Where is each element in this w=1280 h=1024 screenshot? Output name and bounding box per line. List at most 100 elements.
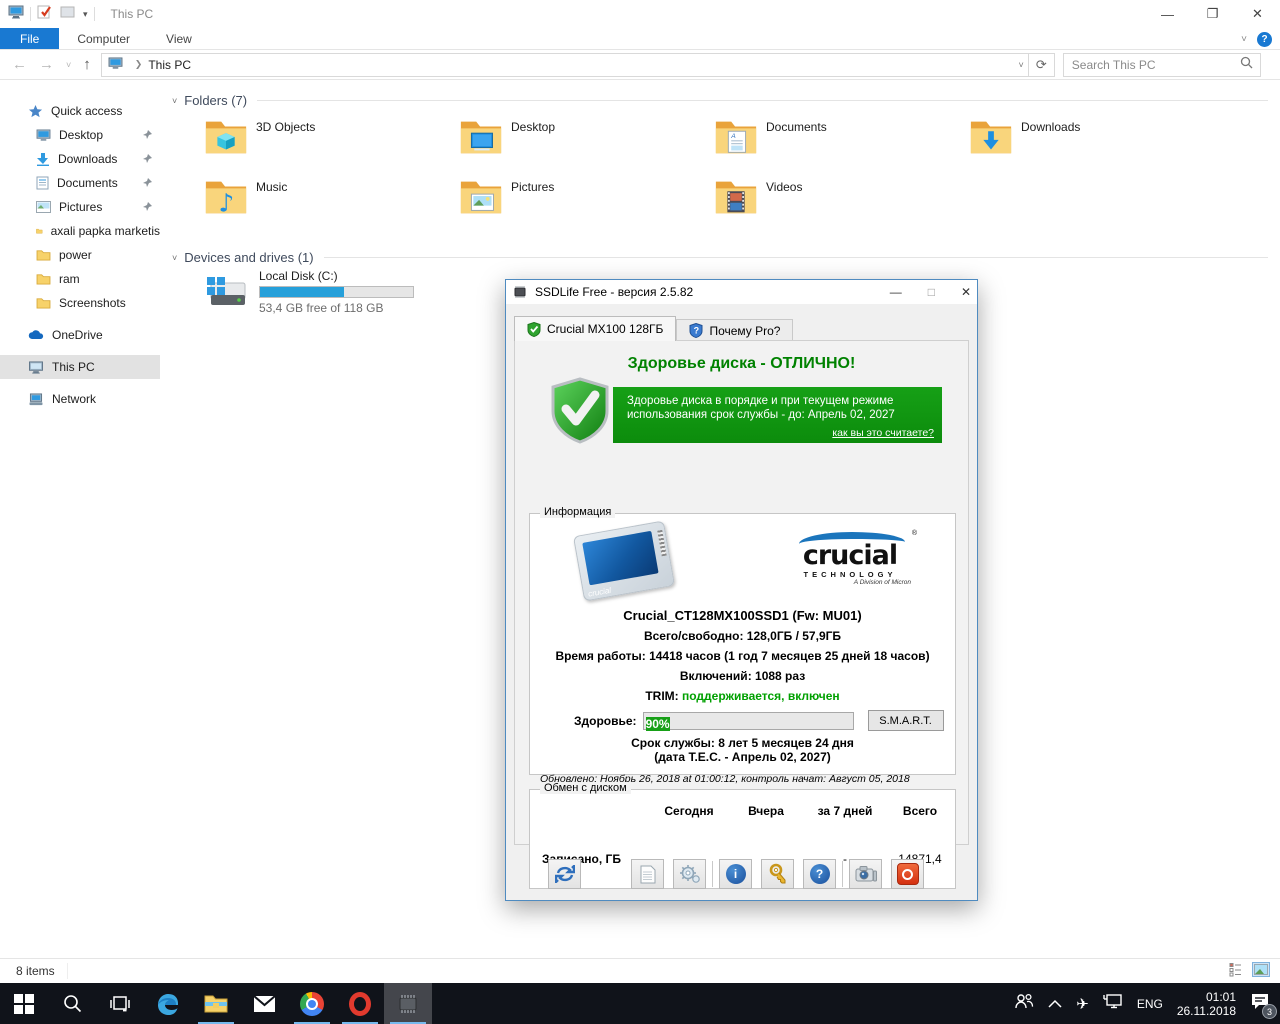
green-shield-icon xyxy=(527,322,541,337)
sidebar-item-power[interactable]: power xyxy=(0,243,160,267)
collapse-chevron-icon[interactable]: ˅ xyxy=(172,96,177,106)
search-icon[interactable] xyxy=(1240,56,1253,74)
folder-tile-documents[interactable]: A Documents xyxy=(713,112,968,172)
back-button[interactable]: ← xyxy=(12,56,27,73)
taskbar-edge-button[interactable] xyxy=(144,983,192,1024)
divider xyxy=(30,7,31,21)
smart-button[interactable]: S.M.A.R.T. xyxy=(868,710,944,731)
register-button[interactable] xyxy=(761,859,794,889)
health-shield-icon xyxy=(549,377,611,450)
sidebar-item-documents[interactable]: Documents xyxy=(0,171,160,195)
breadcrumb-chevron[interactable]: ❯ xyxy=(135,59,143,70)
folder-tile-3d-objects[interactable]: 3D Objects xyxy=(203,112,458,172)
tab-why-pro[interactable]: ? Почему Pro? xyxy=(676,319,793,341)
trim-line: TRIM: поддерживается, включен xyxy=(530,689,955,703)
sidebar-item-downloads[interactable]: Downloads xyxy=(0,147,160,171)
tab-drive[interactable]: Crucial MX100 128ГБ xyxy=(514,316,676,341)
folder-tile-music[interactable]: ♪ Music xyxy=(203,172,458,232)
sidebar-item-pictures[interactable]: Pictures xyxy=(0,195,160,219)
sidebar-item-network[interactable]: Network xyxy=(0,387,160,411)
sidebar-item-onedrive[interactable]: OneDrive xyxy=(0,323,160,347)
edge-icon xyxy=(156,992,180,1016)
taskbar-file-explorer-button[interactable] xyxy=(192,983,240,1024)
health-label: Здоровье: xyxy=(574,714,637,728)
large-icons-view-button[interactable] xyxy=(1252,962,1270,980)
taskbar-search-button[interactable] xyxy=(48,983,96,1024)
action-center-button[interactable]: 3 xyxy=(1250,992,1270,1015)
svg-text:♪: ♪ xyxy=(218,188,234,217)
settings-button[interactable] xyxy=(673,859,706,889)
ssdlife-titlebar[interactable]: SSDLife Free - версия 2.5.82 — □ ✕ xyxy=(506,280,977,304)
report-button[interactable] xyxy=(631,859,664,889)
this-pc-icon xyxy=(8,5,24,24)
taskbar-chrome-button[interactable] xyxy=(288,983,336,1024)
drive-free-space: 53,4 GB free of 118 GB xyxy=(259,301,414,315)
breadcrumb[interactable]: This PC xyxy=(148,58,191,72)
tab-computer[interactable]: Computer xyxy=(59,28,148,49)
exit-button[interactable] xyxy=(891,859,924,889)
up-button[interactable]: ↑ xyxy=(83,56,91,73)
details-view-button[interactable] xyxy=(1229,962,1246,980)
status-bar: 8 items xyxy=(0,958,1280,983)
ssdlife-close-button[interactable]: ✕ xyxy=(961,285,971,299)
properties-button[interactable] xyxy=(37,4,52,24)
sidebar-item-ram[interactable]: ram xyxy=(0,267,160,291)
people-icon[interactable] xyxy=(1014,993,1034,1014)
devices-group-header[interactable]: ˅ Devices and drives (1) xyxy=(172,250,1280,265)
folder-tile-pictures[interactable]: Pictures xyxy=(458,172,713,232)
search-input[interactable]: Search This PC xyxy=(1063,53,1261,77)
forward-button[interactable]: → xyxy=(39,56,54,73)
folders-group-header[interactable]: ˅ Folders (7) xyxy=(172,93,1280,108)
info-button[interactable]: i xyxy=(719,859,752,889)
chip-icon xyxy=(395,994,421,1014)
taskbar: ✈ ENG 01:01 26.11.2018 3 xyxy=(0,983,1280,1024)
tab-view[interactable]: View xyxy=(148,28,210,49)
customize-qat-dropdown[interactable]: ▾ xyxy=(83,9,88,20)
refresh-button[interactable]: ⟳ xyxy=(1029,53,1055,77)
sidebar-item-this-pc[interactable]: This PC xyxy=(0,355,160,379)
help-icon[interactable]: ? xyxy=(1257,32,1272,47)
clock[interactable]: 01:01 26.11.2018 xyxy=(1177,990,1236,1018)
folder-tile-downloads[interactable]: Downloads xyxy=(968,112,1223,172)
network-icon xyxy=(28,393,44,406)
drive-name: Local Disk (C:) xyxy=(259,269,414,283)
ssdlife-maximize-button[interactable]: □ xyxy=(928,285,935,299)
help-button[interactable]: ? xyxy=(803,859,836,889)
restore-button[interactable]: ❐ xyxy=(1190,0,1235,28)
blue-shield-question-icon: ? xyxy=(689,323,703,338)
folder-tile-videos[interactable]: Videos xyxy=(713,172,968,232)
lifetime-line2: (дата T.E.C. - Апрель 02, 2027) xyxy=(530,750,955,764)
address-dropdown-chevron[interactable]: ˅ xyxy=(1019,60,1024,70)
tab-file[interactable]: File xyxy=(0,28,59,49)
airplane-mode-icon[interactable]: ✈ xyxy=(1076,995,1089,1013)
hidden-icons-chevron[interactable] xyxy=(1048,995,1062,1013)
sidebar-item-desktop[interactable]: Desktop xyxy=(0,123,160,147)
ssdlife-title: SSDLife Free - версия 2.5.82 xyxy=(535,285,693,299)
taskbar-opera-button[interactable] xyxy=(336,983,384,1024)
collapse-chevron-icon[interactable]: ˅ xyxy=(172,253,177,263)
folder-icon xyxy=(36,273,51,285)
ribbon-expand-chevron[interactable]: ˅ xyxy=(1241,34,1247,45)
task-view-button[interactable] xyxy=(96,983,144,1024)
network-icon[interactable] xyxy=(1103,993,1123,1014)
language-indicator[interactable]: ENG xyxy=(1137,997,1163,1011)
close-button[interactable]: ✕ xyxy=(1235,0,1280,28)
refresh-button[interactable] xyxy=(548,859,581,889)
how-calculated-link[interactable]: как вы это считаете? xyxy=(832,427,934,439)
screenshot-button[interactable] xyxy=(849,859,882,889)
minimize-button[interactable]: — xyxy=(1145,0,1190,28)
folder-icon xyxy=(36,249,51,261)
start-button[interactable] xyxy=(0,983,48,1024)
new-folder-button[interactable] xyxy=(60,5,75,23)
sidebar-item-axali-papka[interactable]: axali papka marketis xyxy=(0,219,160,243)
health-status-title: Здоровье диска - ОТЛИЧНО! xyxy=(515,355,968,373)
sidebar-item-screenshots[interactable]: Screenshots xyxy=(0,291,160,315)
taskbar-mail-button[interactable] xyxy=(240,983,288,1024)
ssdlife-minimize-button[interactable]: — xyxy=(890,285,902,299)
address-bar[interactable]: ❯ This PC ˅ xyxy=(101,53,1029,77)
sidebar-item-quick-access[interactable]: Quick access xyxy=(0,99,160,123)
item-count: 8 items xyxy=(16,963,68,979)
recent-locations-dropdown[interactable]: ˅ xyxy=(66,60,71,70)
folder-tile-desktop[interactable]: Desktop xyxy=(458,112,713,172)
taskbar-ssdlife-button[interactable] xyxy=(384,983,432,1024)
